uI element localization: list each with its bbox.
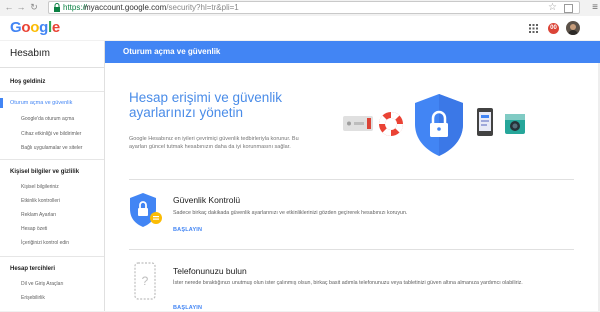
- sidebar-item-welcome[interactable]: Hoş geldiniz: [10, 78, 45, 86]
- sidebar-subitem-personal-info[interactable]: Kişisel bilgileriniz: [21, 184, 59, 191]
- sidebar-header: Hesabım: [0, 41, 104, 68]
- sidebar-subitem-control-content[interactable]: İçeriğinizi kontrol edin: [21, 240, 69, 247]
- security-checkup-icon: [130, 193, 162, 227]
- sidebar-item-preferences[interactable]: Hesap tercihleri: [10, 265, 55, 273]
- reload-icon[interactable]: ↻: [29, 2, 39, 13]
- page-title: Oturum açma ve güvenlik: [123, 47, 221, 56]
- phone-icon: [477, 108, 493, 136]
- section-desc-find-phone: İster nerede bıraktığınızı unutmuş olun …: [173, 280, 523, 286]
- security-illustration: [343, 94, 525, 156]
- lifebuoy-icon: [378, 111, 404, 137]
- find-phone-icon: ?: [134, 262, 156, 300]
- sidebar-subitem-device-activity[interactable]: Cihaz etkinliği ve bildirimler: [21, 131, 81, 138]
- password-card-icon: [343, 116, 373, 131]
- url-path: /security?hl=tr&pli=1: [166, 3, 239, 12]
- security-checkup-start-link[interactable]: BAŞLAYIN: [173, 227, 202, 234]
- url-host: myaccount.google.com: [84, 3, 167, 12]
- lock-icon: [54, 3, 60, 12]
- forward-icon[interactable]: →: [16, 2, 26, 13]
- sidebar-subitem-account-overview[interactable]: Hesap özeti: [21, 226, 47, 233]
- logo-letter: e: [51, 19, 60, 36]
- active-indicator: [0, 98, 3, 108]
- browser-toolbar: ← → ↻ https:// myaccount.google.com/secu…: [0, 0, 600, 17]
- page-banner: Oturum açma ve güvenlik: [105, 41, 600, 63]
- camera-app-icon: [505, 114, 525, 134]
- back-icon[interactable]: ←: [4, 2, 14, 13]
- extension-icon[interactable]: [564, 4, 573, 13]
- sidebar-subitem-language[interactable]: Dil ve Giriş Araçları: [21, 281, 64, 288]
- shield-lock-icon: [415, 94, 463, 156]
- star-icon[interactable]: ☆: [548, 2, 557, 13]
- sidebar-title[interactable]: Hesabım: [10, 47, 50, 60]
- address-bar[interactable]: https:// myaccount.google.com/security?h…: [48, 1, 580, 14]
- apps-grid-icon[interactable]: [529, 24, 538, 33]
- sidebar-subitem-ad-settings[interactable]: Reklam Ayarları: [21, 212, 56, 219]
- google-logo[interactable]: Google: [10, 20, 60, 36]
- hero-title: Hesap erişimi ve güvenlik ayarlarınızı y…: [129, 90, 283, 120]
- menu-icon[interactable]: ≡: [592, 2, 598, 13]
- section-title-security-checkup: Güvenlik Kontrolü: [173, 195, 241, 205]
- notification-badge[interactable]: 00: [548, 23, 559, 34]
- divider: [0, 256, 104, 257]
- logo-letter: g: [39, 19, 48, 36]
- sidebar-subitem-activity-controls[interactable]: Etkinlik kontrolleri: [21, 198, 60, 205]
- svg-text:?: ?: [142, 274, 149, 288]
- logo-letter: o: [21, 19, 31, 36]
- sidebar-subitem-accessibility[interactable]: Erişebilirlik: [21, 295, 45, 302]
- section-title-find-phone: Telefonunuzu bulun: [173, 266, 247, 276]
- divider: [0, 159, 104, 160]
- logo-letter: o: [30, 19, 40, 36]
- sidebar-subitem-signin[interactable]: Google'da oturum açma: [21, 116, 74, 123]
- avatar[interactable]: [566, 21, 580, 35]
- sidebar: Hesabım Hoş geldiniz Oturum açma ve güve…: [0, 41, 105, 311]
- divider: [129, 249, 574, 250]
- divider: [0, 91, 104, 92]
- section-desc-security-checkup: Sadece birkaç dakikada güvenlik ayarları…: [173, 210, 408, 216]
- avatar-body: [568, 30, 578, 35]
- sidebar-item-privacy[interactable]: Kişisel bilgiler ve gizlilik: [10, 168, 79, 176]
- sidebar-item-security[interactable]: Oturum açma ve güvenlik: [10, 100, 72, 107]
- hero-description: Google Hesabınız en iyileri çevrimiçi gü…: [129, 136, 299, 150]
- logo-letter: G: [10, 19, 22, 36]
- sidebar-subitem-connected-apps[interactable]: Bağlı uygulamalar ve siteler: [21, 145, 82, 152]
- divider: [129, 179, 574, 180]
- url-text: myaccount.google.com/security?hl=tr&pli=…: [84, 3, 239, 13]
- main-card: Hesap erişimi ve güvenlik ayarlarınızı y…: [105, 63, 598, 311]
- app-header: Google 00: [0, 16, 600, 40]
